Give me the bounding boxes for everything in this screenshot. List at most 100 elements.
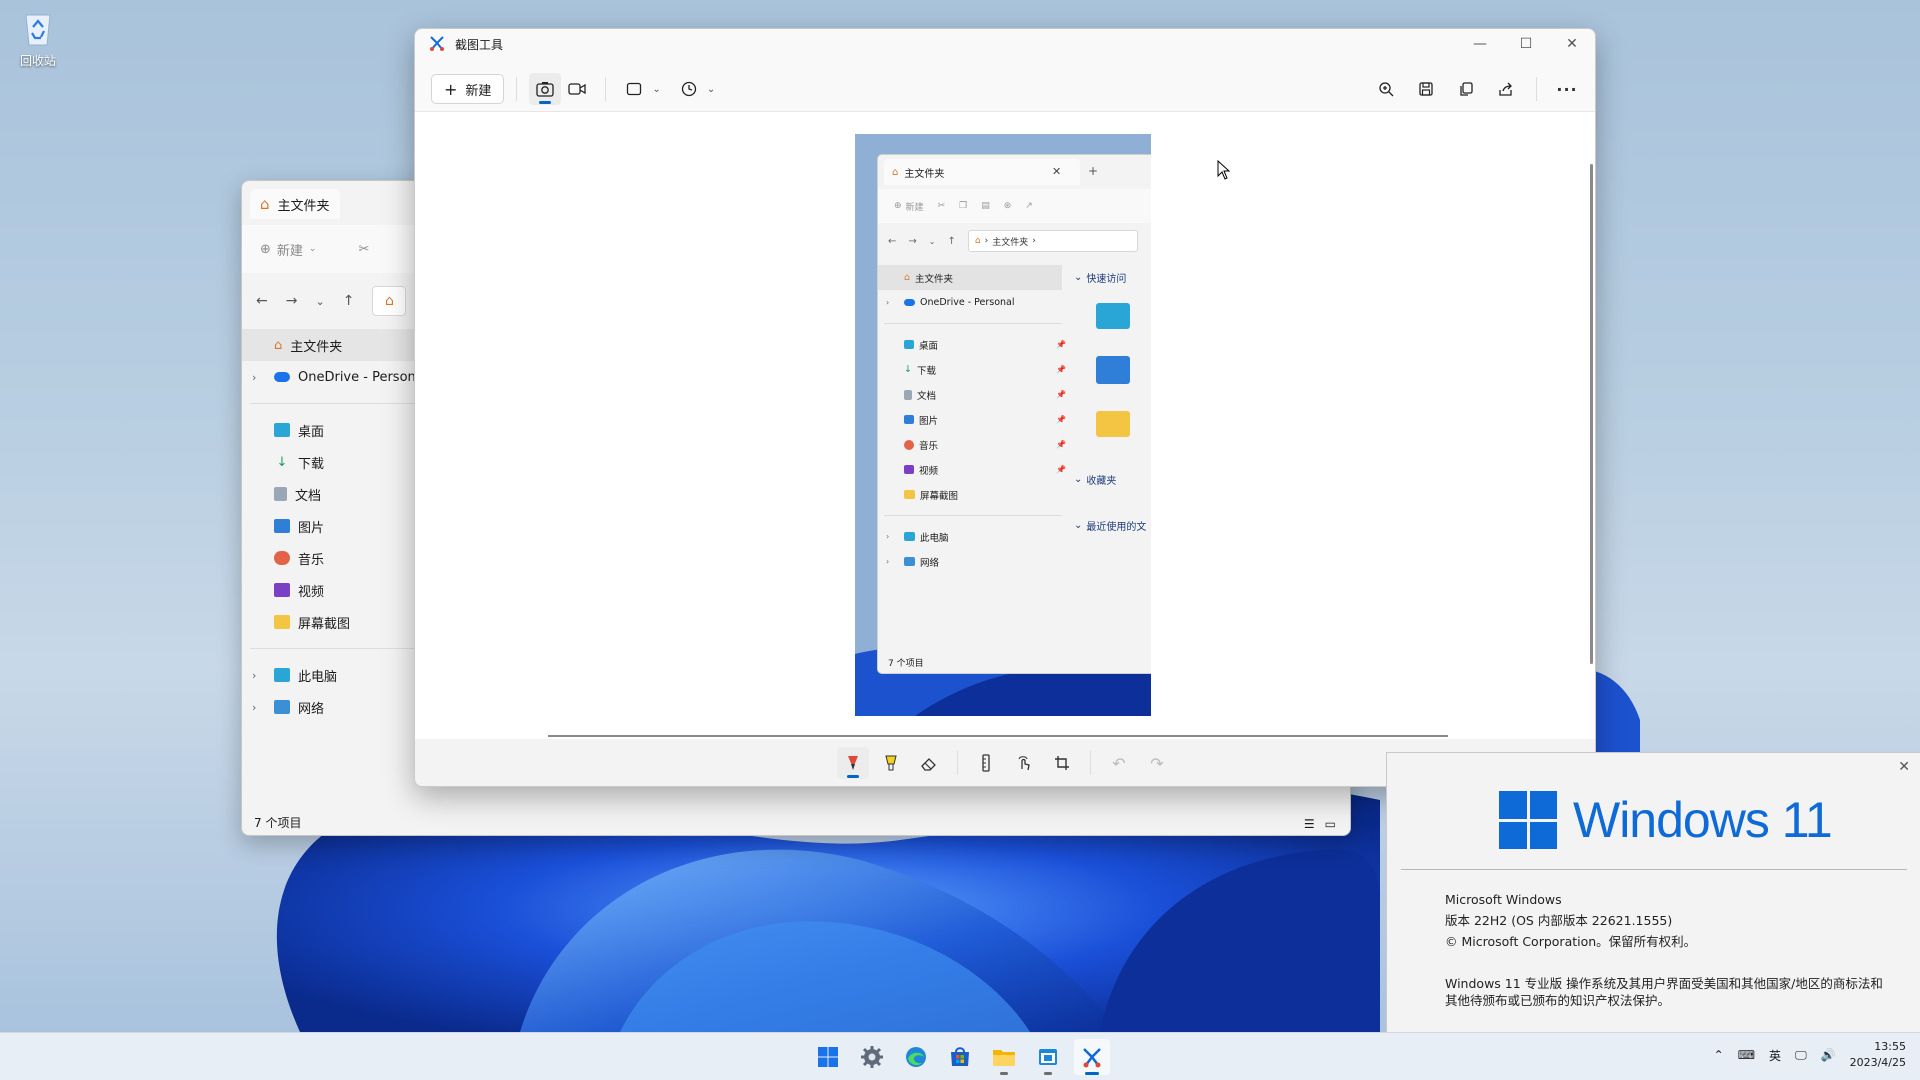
snipping-tool-window[interactable]: 截图工具 — ☐ ✕ + 新建 ⌄ ⌄ ··· ⌂ 主文件夹 ✕ + ⊕ 新建 … <box>414 28 1596 787</box>
sidebar-item-onedrive[interactable]: › OneDrive - Personal <box>242 361 427 393</box>
pictures-folder-icon <box>1096 356 1130 384</box>
close-icon[interactable]: ✕ <box>1898 759 1910 775</box>
sidebar-item-videos[interactable]: 视频 <box>242 574 414 606</box>
copy-icon[interactable] <box>1450 73 1482 105</box>
captured-item-onedrive: › OneDrive - Personal <box>878 290 1068 315</box>
new-snip-button[interactable]: + 新建 <box>431 74 505 104</box>
explorer-sidebar: ⌂ 主文件夹 › OneDrive - Personal 桌面 ↓ 下载 文档 图… <box>242 329 427 723</box>
taskbar-file-explorer[interactable] <box>986 1039 1022 1075</box>
forward-arrow-icon[interactable]: → <box>286 293 298 309</box>
captured-tab: ⌂ 主文件夹 <box>884 159 1080 185</box>
horizontal-scrollbar[interactable] <box>548 735 1448 737</box>
recycle-bin[interactable]: 回收站 <box>8 8 68 69</box>
captured-item-label: 此电脑 <box>920 532 949 544</box>
sidebar-item-pictures[interactable]: 图片 <box>242 510 414 542</box>
highlighter-icon[interactable] <box>875 747 907 779</box>
plus-circle-icon: ⊕ <box>894 201 902 211</box>
start-button[interactable] <box>810 1039 846 1075</box>
taskbar-edge[interactable] <box>898 1039 934 1075</box>
eraser-icon[interactable] <box>913 747 945 779</box>
taskbar-store[interactable] <box>942 1039 978 1075</box>
captured-item-home: ⌂ 主文件夹 <box>878 265 1062 290</box>
explorer-new-button[interactable]: ⊕ 新建 ⌄ <box>260 240 316 259</box>
close-icon[interactable]: ✕ <box>1549 29 1595 59</box>
back-arrow-icon[interactable]: ← <box>256 293 268 309</box>
sidebar-item-documents[interactable]: 文档 <box>242 478 414 510</box>
sidebar-item-desktop[interactable]: 桌面 <box>242 414 414 446</box>
taskbar-winver[interactable] <box>1030 1039 1066 1075</box>
network-icon[interactable]: 🖵 <box>1795 1048 1807 1063</box>
chevron-up-icon[interactable]: ⌃ <box>1714 1048 1724 1062</box>
snip-canvas[interactable]: ⌂ 主文件夹 ✕ + ⊕ 新建 ✂ ❐ ▤ ⊛ ↗ ← → ⌄ ↑ ⌂ › 主文… <box>415 111 1595 739</box>
captured-item-label: 主文件夹 <box>915 273 954 285</box>
chevron-right-icon[interactable]: › <box>252 701 256 714</box>
sidebar-item-label: 桌面 <box>298 424 325 440</box>
version-info: Microsoft Windows 版本 22H2 (OS 内部版本 22621… <box>1445 889 1696 952</box>
keyboard-icon[interactable]: ⌨ <box>1738 1048 1755 1062</box>
snip-title-bar: 截图工具 <box>415 29 1595 59</box>
details-view-icon[interactable]: ☰ <box>1304 817 1315 831</box>
redo-icon[interactable]: ↷ <box>1141 747 1173 779</box>
pin-icon: 📌 <box>1056 465 1066 474</box>
save-icon[interactable] <box>1410 73 1442 105</box>
cut-icon[interactable]: ✂ <box>358 242 369 257</box>
captured-item-downloads: ↓ 下载 📌 <box>878 357 1068 382</box>
captured-new-label: 新建 <box>905 202 924 213</box>
screenshot-mode-camera-icon[interactable] <box>529 73 562 105</box>
more-options-icon[interactable]: ··· <box>1551 73 1583 105</box>
sidebar-item-screenshots[interactable]: 屏幕截图 <box>242 606 414 638</box>
minimize-icon[interactable]: — <box>1457 29 1503 59</box>
captured-sidebar: ⌂ 主文件夹 › OneDrive - Personal 桌面 📌 ↓ 下载 📌 文档 📌 … <box>878 265 1068 574</box>
windows-logo-text: Windows 11 <box>1573 792 1833 848</box>
undo-icon[interactable]: ↶ <box>1103 747 1135 779</box>
captured-screenshot: ⌂ 主文件夹 ✕ + ⊕ 新建 ✂ ❐ ▤ ⊛ ↗ ← → ⌄ ↑ ⌂ › 主文… <box>855 134 1151 716</box>
taskbar-snipping-tool[interactable] <box>1074 1039 1110 1075</box>
explorer-tab[interactable]: ⌂ 主文件夹 <box>250 189 340 219</box>
chevron-down-icon[interactable]: ⌄ <box>652 84 660 95</box>
ime-indicator[interactable]: 英 <box>1769 1047 1781 1064</box>
about-windows-dialog[interactable]: ✕ Windows 11 Microsoft Windows 版本 22H2 (… <box>1386 752 1920 1032</box>
captured-item-label: 音乐 <box>919 440 939 452</box>
zoom-icon[interactable] <box>1370 73 1402 105</box>
home-icon: ⌂ <box>892 166 899 178</box>
chevron-down-icon[interactable]: ⌄ <box>707 84 715 95</box>
snipping-tool-icon <box>1083 1048 1101 1068</box>
up-arrow-icon[interactable]: ↑ <box>343 293 355 309</box>
recent-chevron-icon[interactable]: ⌄ <box>315 295 324 308</box>
music-icon <box>274 551 290 565</box>
sidebar-item-this-pc[interactable]: › 此电脑 <box>242 659 414 691</box>
tiles-view-icon[interactable]: ▭ <box>1325 817 1336 831</box>
delay-timer-clock-icon[interactable] <box>673 73 705 105</box>
crop-icon[interactable] <box>1046 747 1078 779</box>
sidebar-item-network[interactable]: › 网络 <box>242 691 414 723</box>
home-icon: ⌂ <box>384 293 394 309</box>
volume-icon[interactable]: 🔊 <box>1821 1048 1836 1062</box>
chevron-right-icon[interactable]: › <box>252 371 256 384</box>
ballpoint-pen-icon[interactable] <box>837 747 869 779</box>
captured-content-pane: ⌄ 快速访问 ⌄ 收藏夹 ⌄ 最近使用的文 <box>1074 265 1151 537</box>
snip-toolbar: + 新建 ⌄ ⌄ ··· <box>415 67 1595 111</box>
taskbar-settings[interactable] <box>854 1039 890 1075</box>
ruler-icon[interactable] <box>970 747 1002 779</box>
explorer-address-bar[interactable]: ⌂ <box>372 286 407 316</box>
share-icon[interactable] <box>1490 73 1522 105</box>
clock[interactable]: 13:55 2023/4/25 <box>1850 1039 1906 1071</box>
pictures-icon <box>904 415 914 424</box>
sidebar-item-home[interactable]: ⌂ 主文件夹 <box>242 329 414 361</box>
video-mode-icon[interactable] <box>561 73 593 105</box>
rename-icon: ⊛ <box>1003 201 1012 211</box>
back-arrow-icon: ← <box>888 235 897 247</box>
touch-writing-icon[interactable] <box>1008 747 1040 779</box>
chevron-right-icon[interactable]: › <box>252 669 256 682</box>
sidebar-item-music[interactable]: 音乐 <box>242 542 414 574</box>
document-icon <box>274 487 287 501</box>
maximize-icon[interactable]: ☐ <box>1503 29 1549 59</box>
captured-folder-tile <box>1074 343 1151 397</box>
snip-shape-rectangle-icon[interactable] <box>618 73 650 105</box>
network-icon <box>904 557 915 566</box>
vertical-scrollbar[interactable] <box>1590 164 1593 664</box>
captured-item-this-pc: › 此电脑 <box>878 524 1068 549</box>
cloud-icon <box>904 299 915 306</box>
computer-icon <box>274 668 290 682</box>
sidebar-item-downloads[interactable]: ↓ 下载 <box>242 446 414 478</box>
